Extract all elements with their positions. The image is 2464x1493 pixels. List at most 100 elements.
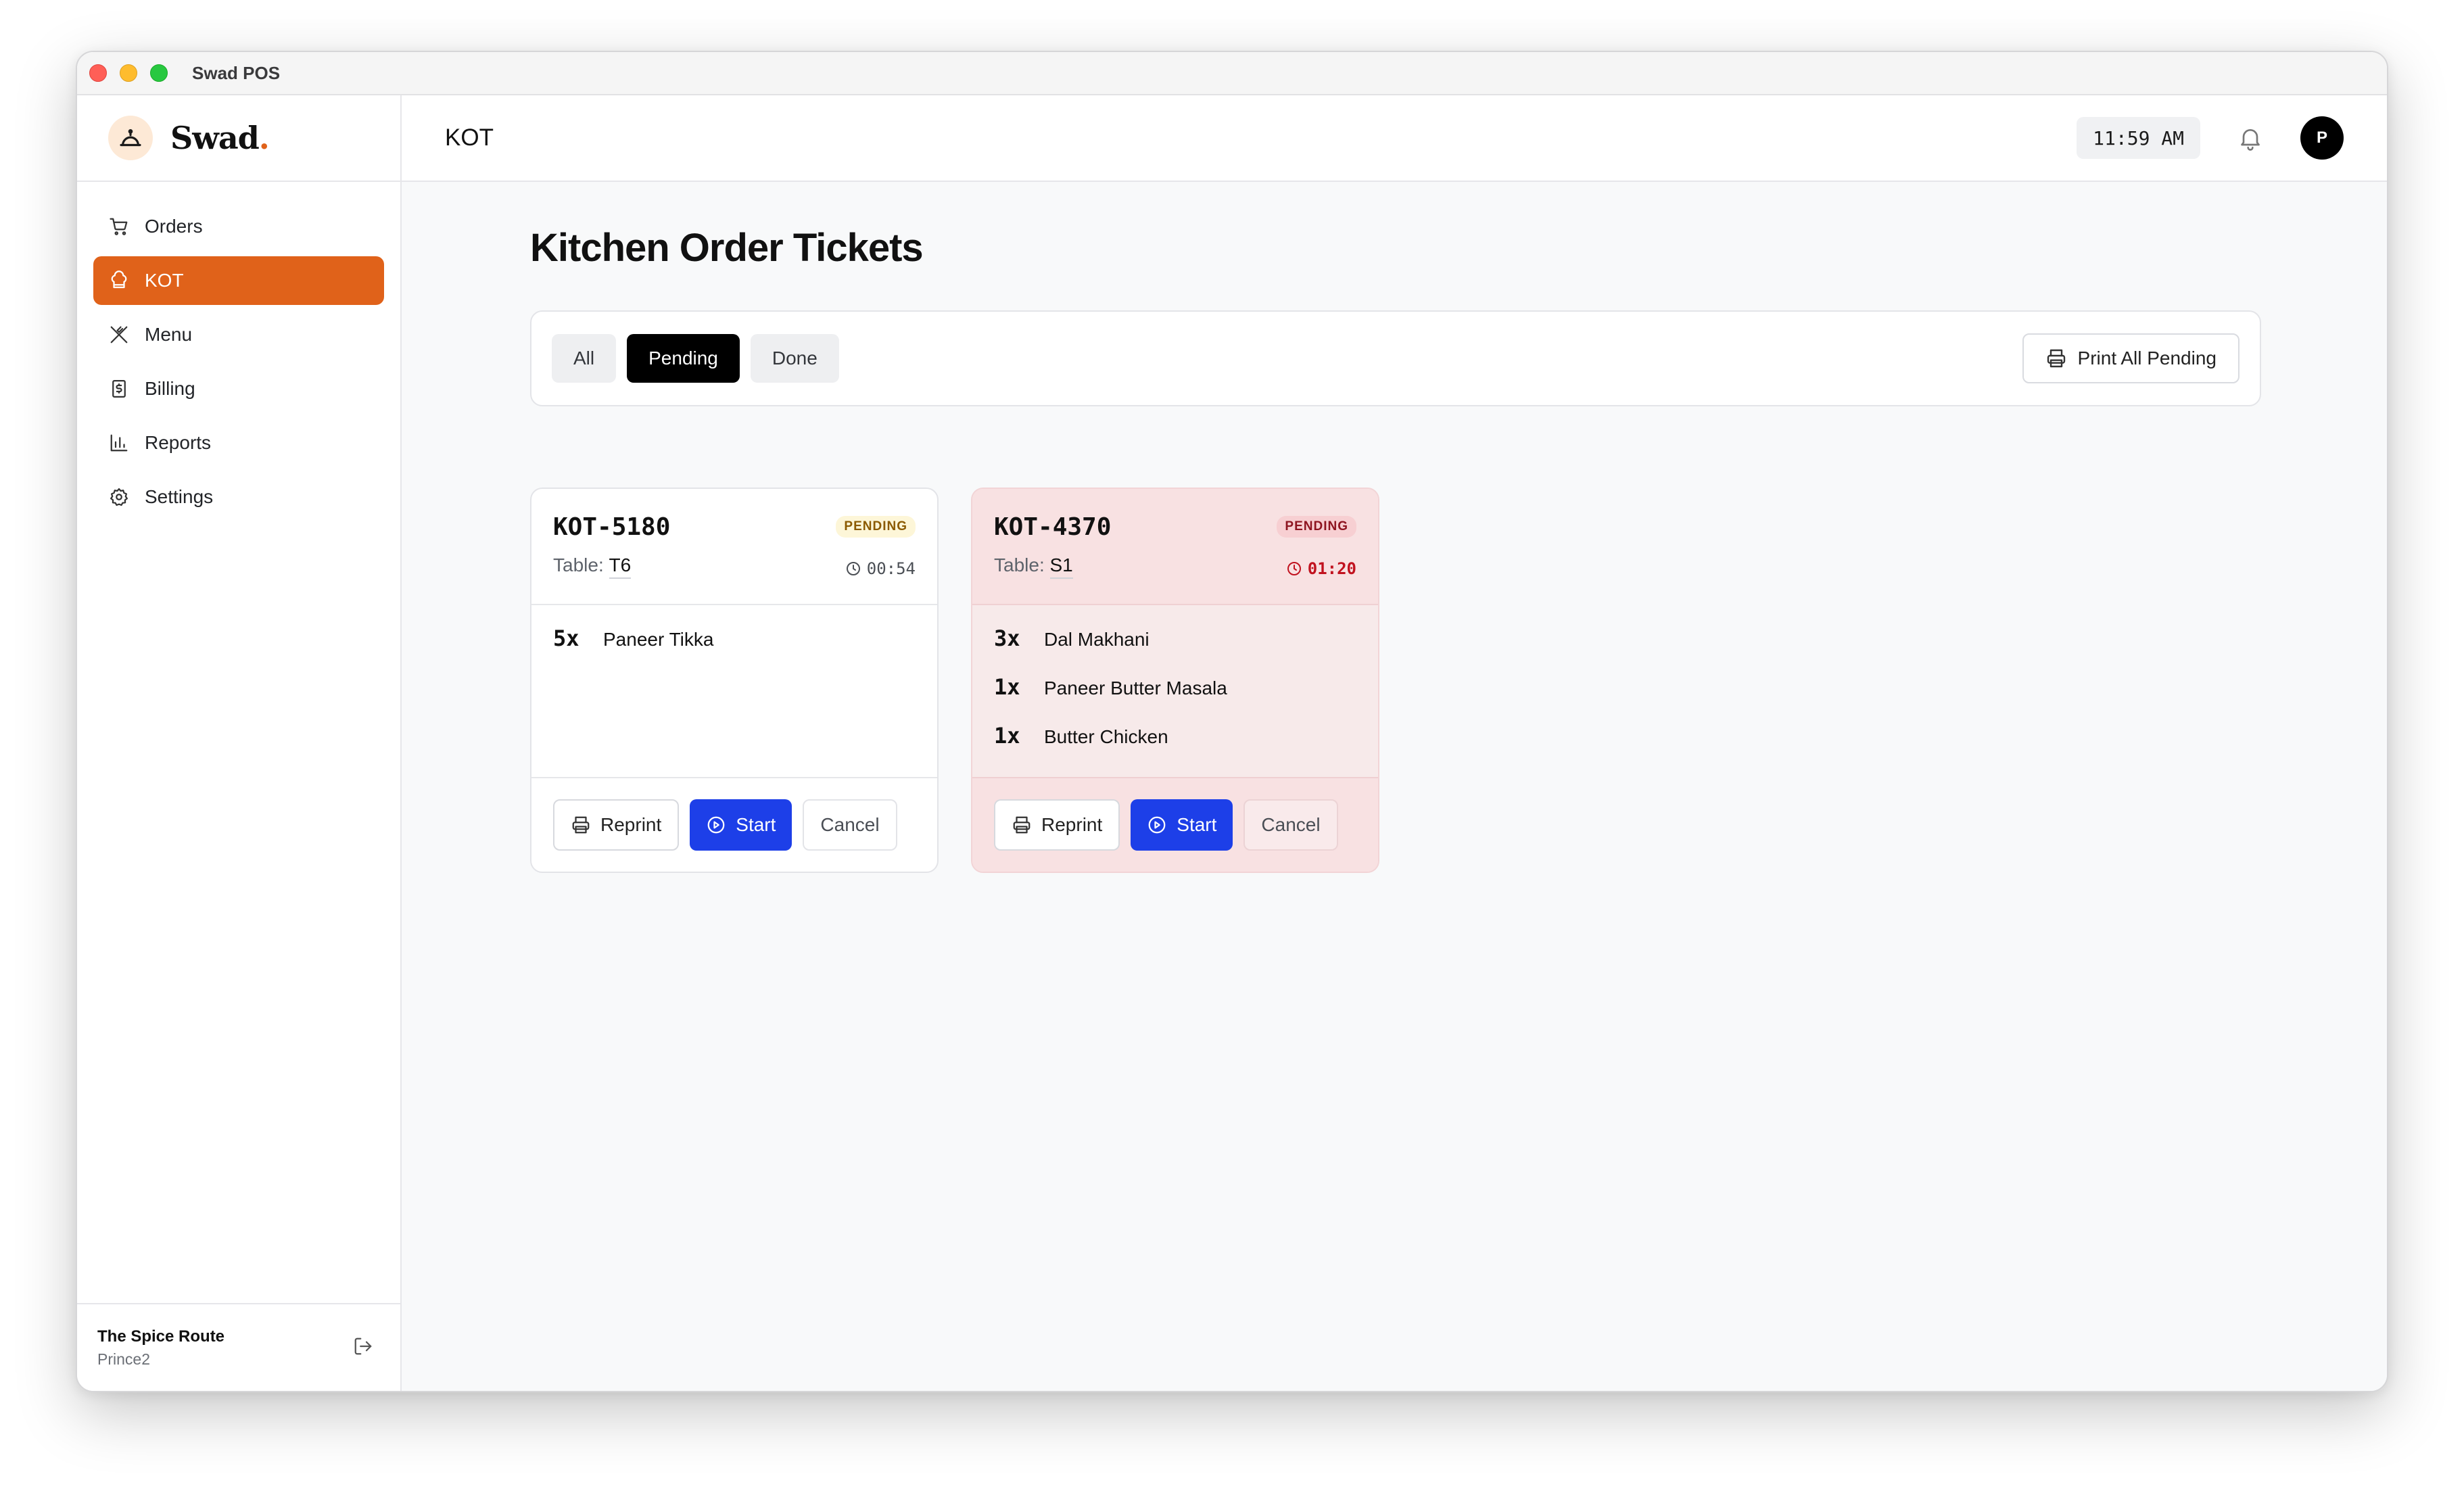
sidebar-item-settings[interactable]: Settings: [93, 473, 384, 521]
printer-icon: [571, 815, 591, 835]
bell-icon[interactable]: [2235, 123, 2265, 153]
header-actions: 11:59 AM P: [2077, 116, 2344, 160]
bar-chart-icon: [108, 432, 130, 454]
clock-icon: [845, 561, 861, 577]
sidebar: Swad. Orders KOT Menu Billing Reports Se…: [77, 95, 402, 1391]
logout-icon[interactable]: [353, 1336, 373, 1360]
table-number: T6: [609, 554, 632, 579]
sidebar-item-kot[interactable]: KOT: [93, 256, 384, 305]
sidebar-item-orders[interactable]: Orders: [93, 202, 384, 251]
status-badge: PENDING: [1277, 516, 1356, 538]
table-label: Table:: [553, 554, 604, 575]
ticket-items: 5x Paneer Tikka: [531, 605, 937, 777]
item-qty: 1x: [994, 674, 1020, 700]
item-qty: 1x: [994, 723, 1020, 749]
filter-all-button[interactable]: All: [552, 334, 617, 383]
ticket-items: 3x Dal Makhani 1x Paneer Butter Masala 1…: [972, 605, 1378, 777]
ticket-actions: Reprint Start Cancel: [972, 777, 1378, 872]
sidebar-item-label: Settings: [145, 486, 214, 507]
window-title: Swad POS: [192, 62, 281, 83]
print-all-label: Print All Pending: [2077, 348, 2217, 369]
page-title: Kitchen Order Tickets: [530, 226, 924, 270]
list-item: 1x Paneer Butter Masala: [994, 674, 1356, 723]
sidebar-item-reports[interactable]: Reports: [93, 419, 384, 467]
ticket-list: KOT-5180 PENDING Table: T6 00:54 5x Pane…: [530, 488, 1379, 873]
reprint-button[interactable]: Reprint: [994, 799, 1120, 851]
item-name: Dal Makhani: [1044, 629, 1150, 650]
sidebar-item-billing[interactable]: Billing: [93, 364, 384, 413]
item-qty: 5x: [553, 625, 579, 651]
brand[interactable]: Swad.: [77, 95, 400, 182]
reprint-label: Reprint: [1041, 814, 1103, 835]
brand-wordmark: Swad: [170, 120, 260, 156]
clock: 11:59 AM: [2077, 117, 2200, 159]
sidebar-item-label: Billing: [145, 378, 195, 399]
start-label: Start: [736, 814, 776, 835]
cancel-button[interactable]: Cancel: [1243, 799, 1338, 851]
window-controls: [89, 64, 168, 82]
sidebar-item-menu[interactable]: Menu: [93, 310, 384, 359]
avatar[interactable]: P: [2300, 116, 2344, 160]
sidebar-item-label: Menu: [145, 324, 193, 345]
sidebar-footer: The Spice Route Prince2: [77, 1303, 400, 1391]
brand-name: Swad.: [170, 120, 270, 156]
play-circle-icon: [1147, 815, 1167, 835]
restaurant-name: The Spice Route: [97, 1327, 225, 1346]
play-circle-icon: [706, 815, 726, 835]
sidebar-item-label: Reports: [145, 432, 212, 453]
item-name: Paneer Butter Masala: [1044, 678, 1227, 698]
main-content: Kitchen Order Tickets All Pending Done P…: [402, 182, 2387, 1391]
receipt-icon: [108, 378, 130, 400]
page-heading: KOT: [445, 124, 494, 151]
table-number: S1: [1049, 554, 1073, 579]
app-window: Swad POS Swad. Orders KOT Menu Billing R…: [76, 51, 2388, 1392]
ticket-timer: 00:54: [845, 559, 916, 578]
list-item: 1x Butter Chicken: [994, 723, 1356, 772]
item-name: Butter Chicken: [1044, 726, 1168, 747]
ticket-card: KOT-4370 PENDING Table: S1 01:20 3x Dal …: [971, 488, 1379, 873]
cancel-button[interactable]: Cancel: [803, 799, 897, 851]
timer-value: 00:54: [866, 559, 916, 578]
list-item: 3x Dal Makhani: [994, 625, 1356, 674]
title-bar: Swad POS: [77, 52, 2387, 95]
ticket-actions: Reprint Start Cancel: [531, 777, 937, 872]
account-info: The Spice Route Prince2: [97, 1327, 224, 1369]
user-name: Prince2: [97, 1350, 150, 1368]
timer-value: 01:20: [1307, 559, 1356, 578]
chef-hat-icon: [108, 270, 130, 291]
cloche-logo-icon: [108, 116, 153, 160]
printer-icon: [1012, 815, 1032, 835]
reprint-button[interactable]: Reprint: [553, 799, 680, 851]
sidebar-nav: Orders KOT Menu Billing Reports Settings: [77, 182, 400, 521]
item-qty: 3x: [994, 625, 1020, 651]
ticket-header: KOT-4370 PENDING Table: S1 01:20: [972, 489, 1378, 605]
filter-bar: All Pending Done Print All Pending: [530, 310, 2261, 406]
gear-icon: [108, 486, 130, 508]
table-label: Table:: [994, 554, 1045, 575]
start-label: Start: [1177, 814, 1217, 835]
minimize-window-button[interactable]: [120, 64, 137, 82]
print-all-pending-button[interactable]: Print All Pending: [2022, 333, 2240, 383]
brand-accent-dot: .: [258, 120, 270, 156]
close-window-button[interactable]: [89, 64, 107, 82]
reprint-label: Reprint: [600, 814, 662, 835]
clock-icon: [1286, 561, 1302, 577]
ticket-card: KOT-5180 PENDING Table: T6 00:54 5x Pane…: [530, 488, 939, 873]
list-item: 5x Paneer Tikka: [553, 625, 916, 674]
start-button[interactable]: Start: [1131, 799, 1233, 851]
filter-done-button[interactable]: Done: [750, 334, 839, 383]
status-filter: All Pending Done: [552, 334, 839, 383]
top-header: KOT 11:59 AM P: [402, 95, 2387, 182]
status-badge: PENDING: [836, 516, 916, 538]
sidebar-item-label: Orders: [145, 216, 203, 237]
utensils-icon: [108, 324, 130, 346]
item-name: Paneer Tikka: [603, 629, 714, 650]
sidebar-item-label: KOT: [145, 270, 184, 291]
cart-icon: [108, 216, 130, 237]
printer-icon: [2045, 348, 2067, 369]
filter-pending-button[interactable]: Pending: [627, 334, 740, 383]
ticket-header: KOT-5180 PENDING Table: T6 00:54: [531, 489, 937, 605]
start-button[interactable]: Start: [690, 799, 792, 851]
zoom-window-button[interactable]: [150, 64, 168, 82]
ticket-timer: 01:20: [1286, 559, 1356, 578]
